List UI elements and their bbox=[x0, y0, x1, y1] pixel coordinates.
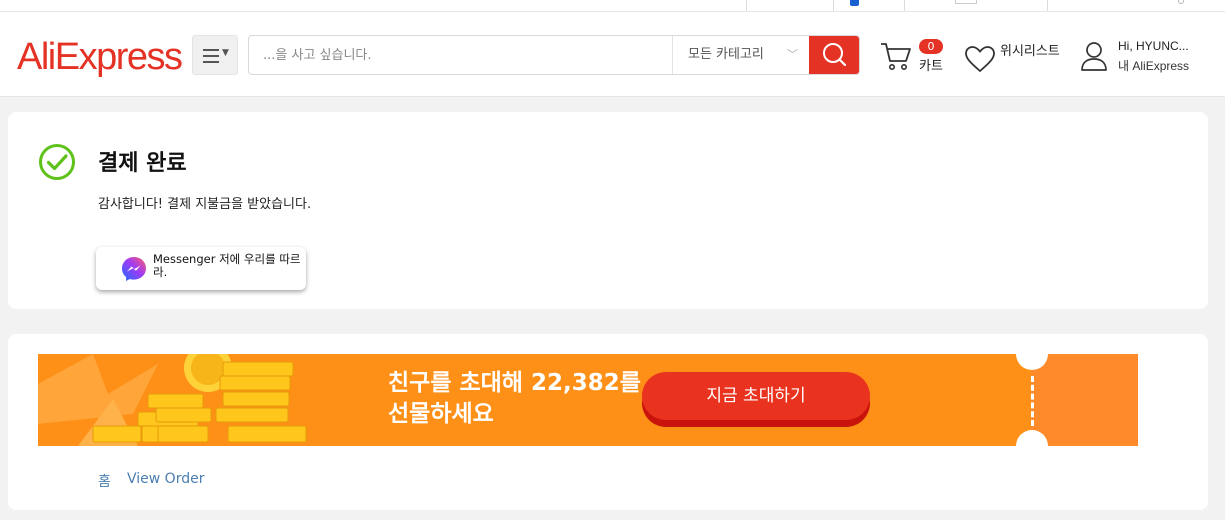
messenger-button-label: Messenger 저에 우리를 따르라. bbox=[153, 252, 301, 279]
search-bar: 모든 카테고리 ﹀ bbox=[248, 35, 860, 75]
category-menu-button[interactable]: ▼ bbox=[192, 35, 238, 75]
gold-coins-illustration bbox=[38, 354, 307, 446]
invite-now-button[interactable]: 지금 초대하기 bbox=[642, 372, 870, 420]
user-icon[interactable] bbox=[1080, 40, 1108, 72]
coupon-tail bbox=[1031, 354, 1138, 446]
search-input[interactable] bbox=[249, 36, 672, 74]
page-title: 결제 완료 bbox=[98, 151, 187, 176]
cart-count-badge: 0 bbox=[919, 39, 943, 54]
caret-down-icon: ▼ bbox=[222, 48, 229, 58]
cart-icon[interactable] bbox=[879, 40, 913, 72]
divider bbox=[1047, 0, 1048, 11]
aliexpress-logo[interactable]: AliExpress bbox=[17, 37, 183, 77]
site-header: AliExpress ▼ 모든 카테고리 ﹀ 0 카트 위시리스트 Hi, H bbox=[0, 12, 1225, 97]
my-aliexpress-link[interactable]: 내 AliExpress bbox=[1118, 57, 1189, 74]
messenger-icon bbox=[122, 257, 146, 281]
success-check-icon bbox=[39, 144, 75, 180]
chevron-down-icon: ﹀ bbox=[787, 48, 798, 61]
hamburger-icon bbox=[203, 55, 219, 57]
hamburger-icon bbox=[203, 61, 219, 63]
search-icon bbox=[823, 43, 847, 67]
category-select[interactable]: 모든 카테고리 ﹀ bbox=[672, 36, 810, 74]
wishlist-label[interactable]: 위시리스트 bbox=[1000, 40, 1060, 59]
divider bbox=[904, 0, 905, 11]
account-icon[interactable] bbox=[1178, 0, 1184, 4]
search-button[interactable] bbox=[809, 36, 859, 74]
invite-banner[interactable]: 친구를 초대해 22,382를 선물하세요 지금 초대하기 bbox=[38, 354, 1138, 446]
hamburger-icon bbox=[203, 49, 219, 51]
payment-message: 감사합니다! 결제 지불금을 받았습니다. bbox=[98, 197, 312, 212]
top-utility-bar bbox=[0, 0, 1225, 12]
flag-icon[interactable] bbox=[850, 0, 859, 6]
view-order-link[interactable]: View Order bbox=[127, 471, 204, 487]
invite-banner-text: 친구를 초대해 22,382를 선물하세요 bbox=[388, 370, 641, 427]
heart-icon[interactable] bbox=[964, 45, 996, 73]
user-greeting[interactable]: Hi, HYUNC... bbox=[1118, 39, 1189, 53]
category-select-label: 모든 카테고리 bbox=[688, 47, 764, 62]
messenger-follow-button[interactable]: Messenger 저에 우리를 따르라. bbox=[96, 247, 306, 290]
coupon-perforation bbox=[1031, 376, 1034, 426]
breadcrumb-home-link[interactable]: 홈 bbox=[98, 471, 111, 491]
divider bbox=[746, 0, 747, 11]
app-icon[interactable] bbox=[955, 0, 977, 4]
cart-label[interactable]: 카트 bbox=[919, 55, 943, 74]
divider bbox=[833, 0, 834, 11]
